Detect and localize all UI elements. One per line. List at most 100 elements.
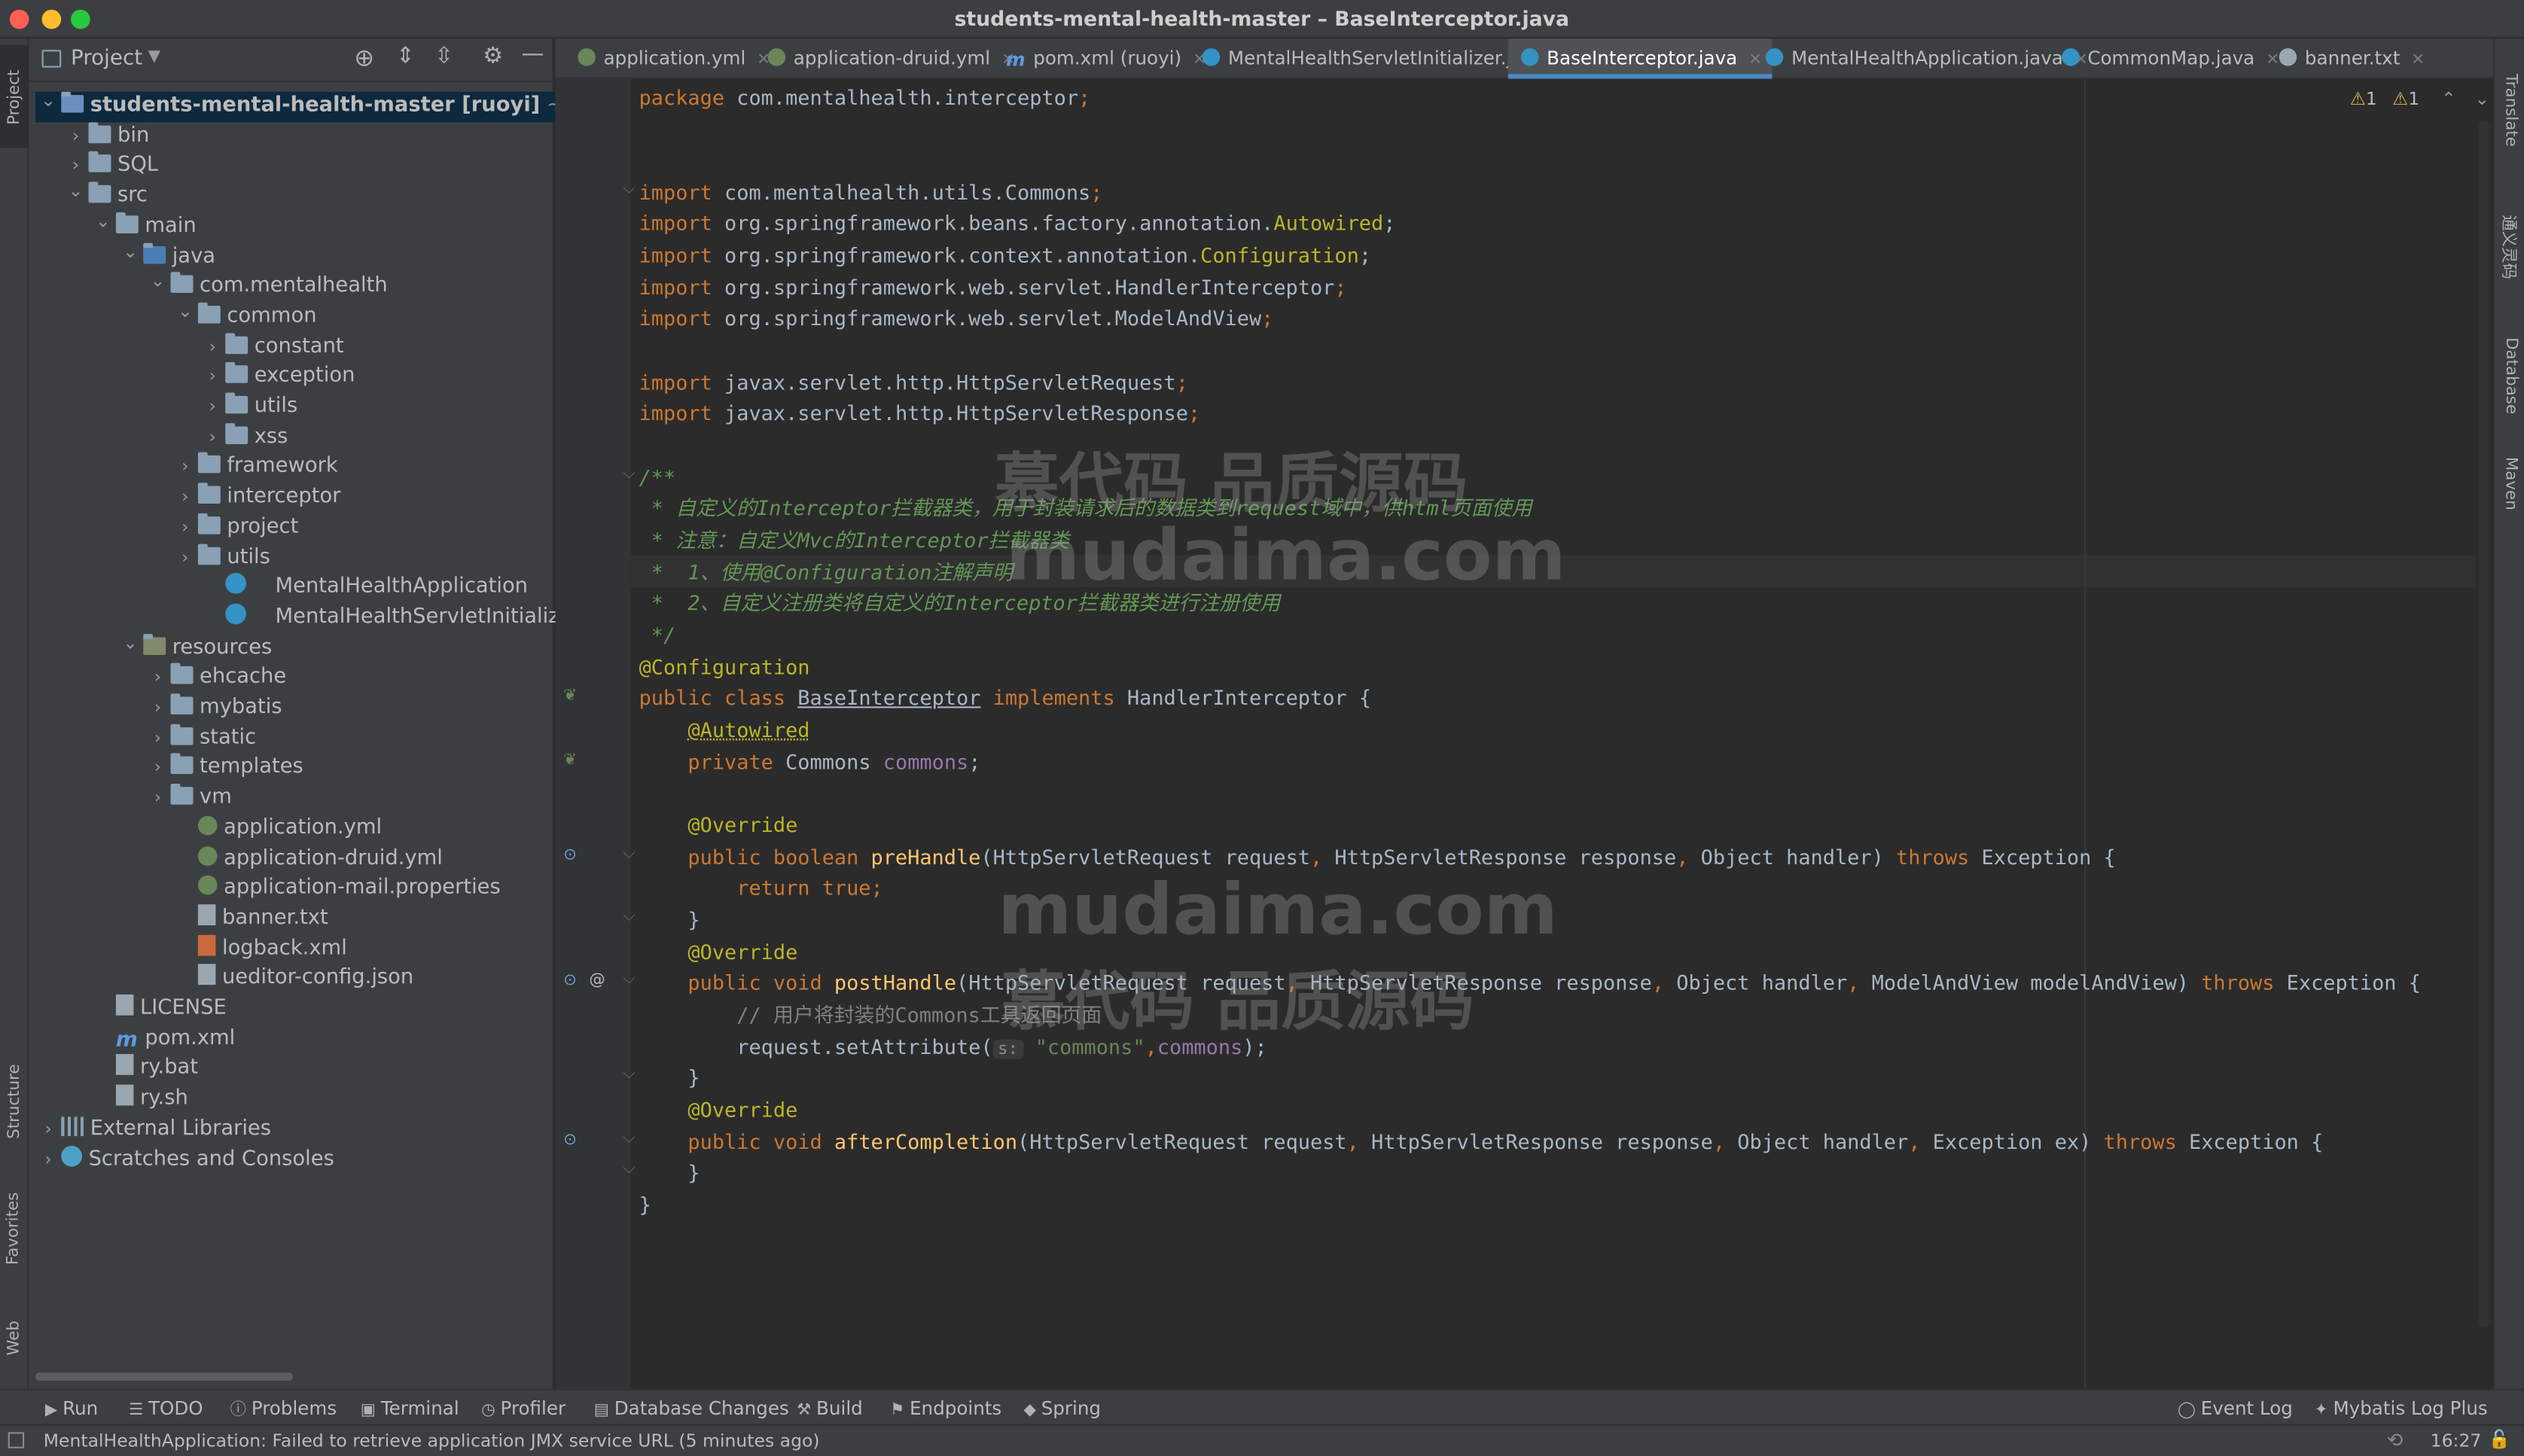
tree-item[interactable]: application-druid.yml — [172, 844, 443, 874]
tool-window-button[interactable]: ◷ Profiler — [481, 1391, 565, 1426]
fold-icon[interactable]: ⌵ — [623, 1161, 635, 1179]
tree-item[interactable]: LICENSE — [90, 994, 227, 1025]
tool-window-button[interactable]: ▤ Database Changes — [594, 1391, 789, 1426]
fold-icon[interactable]: ⌵ — [623, 845, 635, 863]
chevron-right-icon[interactable]: › — [172, 483, 198, 513]
tree-item[interactable]: › static — [145, 723, 256, 754]
chevron-right-icon[interactable]: › — [62, 122, 88, 152]
tree-item[interactable]: ⌄ resources — [117, 632, 272, 663]
tree-item[interactable]: › project — [172, 513, 298, 543]
horizontal-scrollbar[interactable] — [35, 1372, 294, 1381]
tool-window-button[interactable]: ⚑ Endpoints — [890, 1391, 1001, 1426]
tool-window-button[interactable]: ☰ TODO — [129, 1391, 203, 1426]
tool-window-button[interactable]: ▶ Run — [45, 1391, 98, 1426]
locate-icon[interactable]: ⊕ — [354, 44, 374, 72]
editor-tab[interactable]: application.yml ✕ — [565, 38, 780, 78]
vertical-scrollbar[interactable] — [2478, 120, 2490, 1328]
tool-window-button[interactable]: ◆ Spring — [1023, 1391, 1101, 1426]
annotation-at-icon[interactable]: @ — [589, 973, 605, 991]
chevron-down-icon[interactable]: ⌄ — [90, 207, 116, 237]
tree-item[interactable]: › xss — [200, 422, 288, 452]
tree-item[interactable]: › bin — [62, 121, 149, 152]
tree-item[interactable]: MentalHealthServletInitializer — [200, 603, 581, 633]
chevron-down-icon[interactable]: ⌄ — [62, 177, 88, 207]
caret-position[interactable]: 16:27 — [2431, 1430, 2482, 1451]
fold-icon[interactable]: ⌵ — [623, 1066, 635, 1084]
tree-item[interactable]: banner.txt — [172, 904, 328, 934]
chevron-right-icon[interactable]: › — [200, 363, 225, 393]
fold-icon[interactable]: ⌵ — [623, 908, 635, 926]
tool-window-button[interactable]: ▣ Terminal — [361, 1391, 459, 1426]
inspection-widget[interactable]: ⚠1 ⚠1 ⌃ ⌄ — [2350, 89, 2489, 110]
translate-tool-tab[interactable]: Translate — [2495, 51, 2523, 167]
tree-item[interactable]: MentalHealthApplication — [200, 573, 528, 603]
editor-tab[interactable]: application-druid.yml ✕ — [754, 38, 1024, 78]
chevron-right-icon[interactable]: › — [172, 513, 198, 543]
chevron-right-icon[interactable]: › — [172, 543, 198, 573]
close-tab-icon[interactable]: ✕ — [2411, 51, 2425, 69]
collapse-all-icon[interactable]: ⇳ — [434, 44, 453, 69]
fold-icon[interactable]: ⌵ — [623, 180, 635, 198]
tree-item[interactable]: › utils — [200, 392, 297, 423]
editor-tab[interactable]: banner.txt ✕ — [2266, 38, 2434, 78]
chevron-right-icon[interactable]: › — [145, 663, 170, 693]
tree-item[interactable]: › ehcache — [145, 663, 286, 693]
prev-highlight-icon[interactable]: ⌃ — [2441, 89, 2456, 110]
tool-window-button[interactable]: ✦ Mybatis Log Plus — [2315, 1391, 2488, 1426]
tool-window-button[interactable]: ⓘ Problems — [230, 1391, 337, 1426]
tree-item[interactable]: › interceptor — [172, 483, 340, 513]
fold-icon[interactable]: ⌵ — [623, 465, 635, 483]
database-tool-tab[interactable]: Database — [2495, 309, 2523, 440]
tree-item[interactable]: ry.sh — [90, 1084, 188, 1115]
chevron-right-icon[interactable]: › — [145, 723, 170, 754]
chevron-down-icon[interactable]: ▼ — [148, 48, 160, 66]
tree-item[interactable]: logback.xml — [172, 934, 347, 964]
tree-item[interactable]: › vm — [145, 784, 232, 814]
chevron-right-icon[interactable]: › — [35, 1145, 61, 1175]
editor-tab[interactable]: BaseInterceptor.java ✕ — [1507, 38, 1772, 79]
tree-item[interactable]: › framework — [172, 452, 338, 483]
chevron-right-icon[interactable]: › — [145, 693, 170, 723]
chevron-right-icon[interactable]: › — [35, 1115, 61, 1145]
tree-item[interactable]: › exception — [200, 362, 355, 393]
tree-item[interactable]: › constant — [200, 332, 344, 363]
tree-item[interactable]: m pom.xml — [90, 1025, 235, 1055]
tool-window-button[interactable]: ◯ Event Log — [2178, 1391, 2293, 1426]
tree-item[interactable]: › mybatis — [145, 693, 282, 723]
spring-bean-icon[interactable]: ❦ — [563, 688, 577, 706]
editor-tab[interactable]: MentalHealthApplication.java ✕ — [1753, 38, 2098, 78]
chevron-down-icon[interactable]: ⌄ — [145, 267, 170, 297]
tree-item[interactable]: › Scratches and Consoles — [35, 1144, 334, 1175]
expand-all-icon[interactable]: ⇕ — [396, 44, 415, 69]
tree-item[interactable]: application-mail.properties — [172, 874, 501, 904]
tool-window-button[interactable]: ⚒ Build — [797, 1391, 863, 1426]
web-tool-tab[interactable]: Web — [0, 1307, 29, 1368]
status-toggle-icon[interactable] — [8, 1432, 25, 1448]
implementation-icon[interactable]: ⊙ — [563, 1131, 577, 1149]
tongyi-tool-tab[interactable]: 通义灵码 — [2495, 180, 2523, 312]
tree-item[interactable]: application.yml — [172, 814, 382, 844]
maven-tool-tab[interactable]: Maven — [2495, 437, 2523, 528]
hide-panel-icon[interactable]: — — [522, 42, 544, 68]
tree-item[interactable]: › templates — [145, 754, 303, 784]
project-view-selector[interactable]: Project — [71, 47, 142, 71]
vcs-icon[interactable]: ⟲ — [2387, 1429, 2404, 1451]
chevron-right-icon[interactable]: › — [200, 333, 225, 363]
tree-item[interactable]: ry.bat — [90, 1054, 198, 1085]
implementation-icon[interactable]: ⊙ — [563, 846, 577, 864]
chevron-down-icon[interactable]: ⌄ — [117, 629, 143, 659]
tree-item[interactable]: › External Libraries — [35, 1115, 271, 1145]
structure-tool-tab[interactable]: Structure — [0, 1046, 29, 1155]
chevron-right-icon[interactable]: › — [172, 452, 198, 483]
editor-tab[interactable]: CommonMap.java ✕ — [2049, 38, 2289, 78]
tree-item[interactable]: › utils — [172, 543, 270, 573]
implementation-icon[interactable]: ⊙ — [563, 973, 577, 991]
chevron-right-icon[interactable]: › — [145, 784, 170, 814]
chevron-down-icon[interactable]: ⌄ — [172, 297, 198, 327]
tree-item[interactable]: ⌄ common — [172, 300, 317, 333]
gear-icon[interactable]: ⚙ — [483, 44, 503, 69]
spring-bean-icon[interactable]: ❦ — [563, 751, 577, 769]
editor-tab[interactable]: m pom.xml (ruoyi) ✕ — [993, 38, 1216, 78]
favorites-tool-tab[interactable]: Favorites — [0, 1174, 29, 1281]
chevron-right-icon[interactable]: › — [200, 393, 225, 423]
